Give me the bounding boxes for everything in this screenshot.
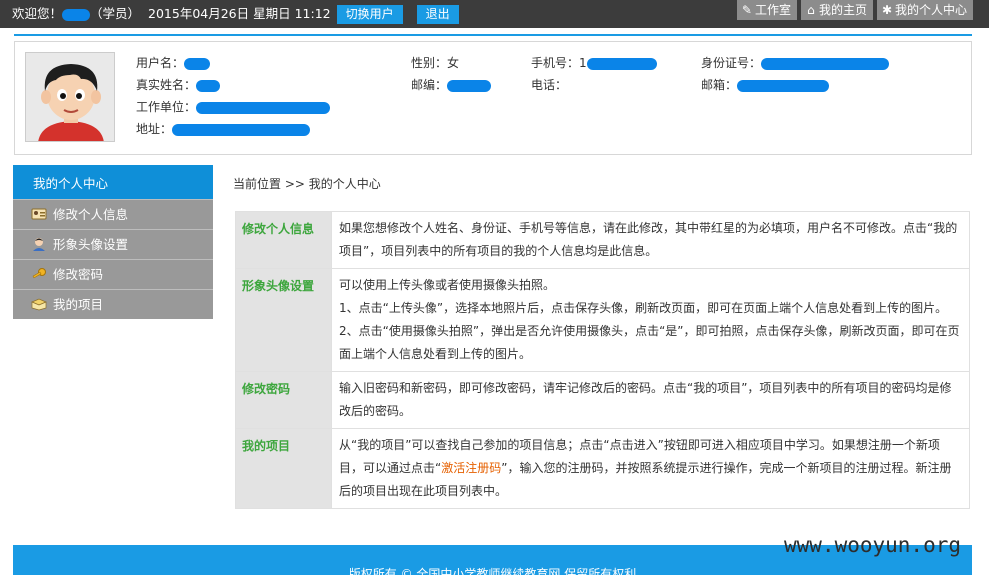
home-button[interactable]: ⌂ 我的主页 (800, 0, 873, 20)
welcome-text: 欢迎您！ (12, 6, 63, 21)
sidebar-header[interactable]: 我的个人中心 (13, 165, 213, 199)
work-unit-field: 工作单位： (136, 99, 331, 115)
sidebar-item-label: 修改个人信息 (53, 207, 129, 222)
help-row: 修改个人信息 如果您想修改个人姓名、身份证、手机号等信息，请在此修改，其中带红星… (235, 211, 970, 269)
cartoon-avatar-icon (26, 53, 114, 141)
mobile-label: 手机号： (531, 56, 580, 70)
redacted-work-unit (196, 101, 331, 114)
postcode-field: 邮编： (411, 77, 492, 93)
welcome-area: 欢迎您！ （学员） 2015年04月26日 星期日 11:12 切换用户 退出 (12, 0, 459, 28)
phone-field: 电话： (531, 78, 568, 92)
help-text: 从“我的项目”可以查找自己参加的项目信息；点击“点击进入”按钮即可进入相应项目中… (331, 428, 970, 509)
activate-code-link[interactable]: 激活注册码 (441, 461, 501, 475)
help-line: 2、点击“使用摄像头拍照”，弹出是否允许使用摄像头，点击“是”，即可拍照，点击保… (339, 324, 960, 361)
mobile-field: 手机号：1 (531, 55, 657, 71)
redacted-postcode (447, 79, 492, 92)
home-label: 我的主页 (818, 3, 867, 17)
edit-icon: ✎ (741, 3, 752, 17)
breadcrumb: 当前位置 >> 我的个人中心 (233, 177, 381, 191)
redacted-username-value (184, 57, 211, 70)
help-row: 修改密码 输入旧密码和新密码，即可修改密码，请牢记修改后的密码。点击“我的项目”… (235, 371, 970, 429)
sidebar-item-label: 我的项目 (53, 297, 104, 312)
redacted-idcard (761, 57, 890, 70)
help-title: 修改密码 (235, 371, 332, 429)
top-bar: 欢迎您！ （学员） 2015年04月26日 星期日 11:12 切换用户 退出 ✎… (0, 0, 989, 28)
id-card-icon (31, 207, 47, 221)
help-line: 可以使用上传头像或者使用摄像头拍照。 (339, 278, 556, 292)
help-text: 可以使用上传头像或者使用摄像头拍照。 1、点击“上传头像”，选择本地照片后，点击… (331, 268, 970, 372)
switch-user-button[interactable]: 切换用户 (336, 5, 403, 24)
work-unit-label: 工作单位： (136, 100, 197, 114)
mobile-partial: 1 (579, 56, 587, 70)
key-icon (31, 267, 47, 281)
email-field: 邮箱： (701, 77, 830, 93)
user-avatar-icon (31, 237, 47, 251)
workroom-label: 工作室 (754, 3, 791, 17)
sidebar-item-edit-info[interactable]: 修改个人信息 (13, 199, 213, 229)
watermark: www.wooyun.org (784, 533, 962, 557)
personal-center-button[interactable]: ✱ 我的个人中心 (876, 0, 973, 20)
address-field: 地址： (136, 121, 311, 137)
logout-button[interactable]: 退出 (416, 5, 459, 24)
redacted-mobile (586, 57, 657, 70)
project-icon (31, 297, 47, 311)
help-text: 输入旧密码和新密码，即可修改密码，请牢记修改后的密码。点击“我的项目”，项目列表… (331, 371, 970, 429)
avatar[interactable] (25, 52, 115, 142)
profile-panel: 用户名： 真实姓名： 工作单位： 地址： 性别：女 邮编： 手机号：1 电话： … (14, 41, 972, 155)
sidebar-item-avatar[interactable]: 形象头像设置 (13, 229, 213, 259)
help-text: 如果您想修改个人姓名、身份证、手机号等信息，请在此修改，其中带红星的为必填项，用… (331, 211, 970, 269)
profile-accent-line (14, 34, 972, 36)
sidebar-item-label: 修改密码 (53, 267, 104, 282)
postcode-label: 邮编： (411, 78, 448, 92)
redacted-email (737, 79, 830, 92)
username-label: 用户名： (136, 56, 185, 70)
redacted-address (172, 123, 311, 136)
address-label: 地址： (136, 122, 173, 136)
home-icon: ⌂ (807, 3, 815, 17)
sidebar-item-projects[interactable]: 我的项目 (13, 289, 213, 319)
help-title: 形象头像设置 (235, 268, 332, 372)
redacted-username (62, 8, 91, 21)
sidebar-item-password[interactable]: 修改密码 (13, 259, 213, 289)
workroom-button[interactable]: ✎ 工作室 (736, 0, 797, 20)
role-text: （学员） (90, 6, 141, 21)
username-field: 用户名： (136, 55, 211, 71)
datetime: 2015年04月26日 星期日 11:12 (148, 6, 331, 21)
help-row: 我的项目 从“我的项目”可以查找自己参加的项目信息；点击“点击进入”按钮即可进入… (235, 428, 970, 509)
top-nav: ✎ 工作室 ⌂ 我的主页 ✱ 我的个人中心 (736, 0, 973, 20)
realname-field: 真实姓名： (136, 77, 221, 93)
redacted-realname (196, 79, 221, 92)
idcard-label: 身份证号： (701, 56, 762, 70)
help-title: 修改个人信息 (235, 211, 332, 269)
help-line: 1、点击“上传头像”，选择本地照片后，点击保存头像，刷新改页面，即可在页面上端个… (339, 301, 948, 315)
personal-center-label: 我的个人中心 (894, 3, 967, 17)
gender-field: 性别：女 (411, 56, 460, 70)
email-label: 邮箱： (701, 78, 738, 92)
realname-label: 真实姓名： (136, 78, 197, 92)
help-table: 修改个人信息 如果您想修改个人姓名、身份证、手机号等信息，请在此修改，其中带红星… (235, 211, 970, 509)
gear-icon: ✱ (881, 3, 893, 17)
sidebar-item-label: 形象头像设置 (53, 237, 129, 252)
help-title: 我的项目 (235, 428, 332, 509)
help-row: 形象头像设置 可以使用上传头像或者使用摄像头拍照。 1、点击“上传头像”，选择本… (235, 268, 970, 372)
sidebar: 我的个人中心 修改个人信息 形象头像设置 修改密码 我的项目 (13, 165, 213, 319)
idcard-field: 身份证号： (701, 55, 890, 71)
